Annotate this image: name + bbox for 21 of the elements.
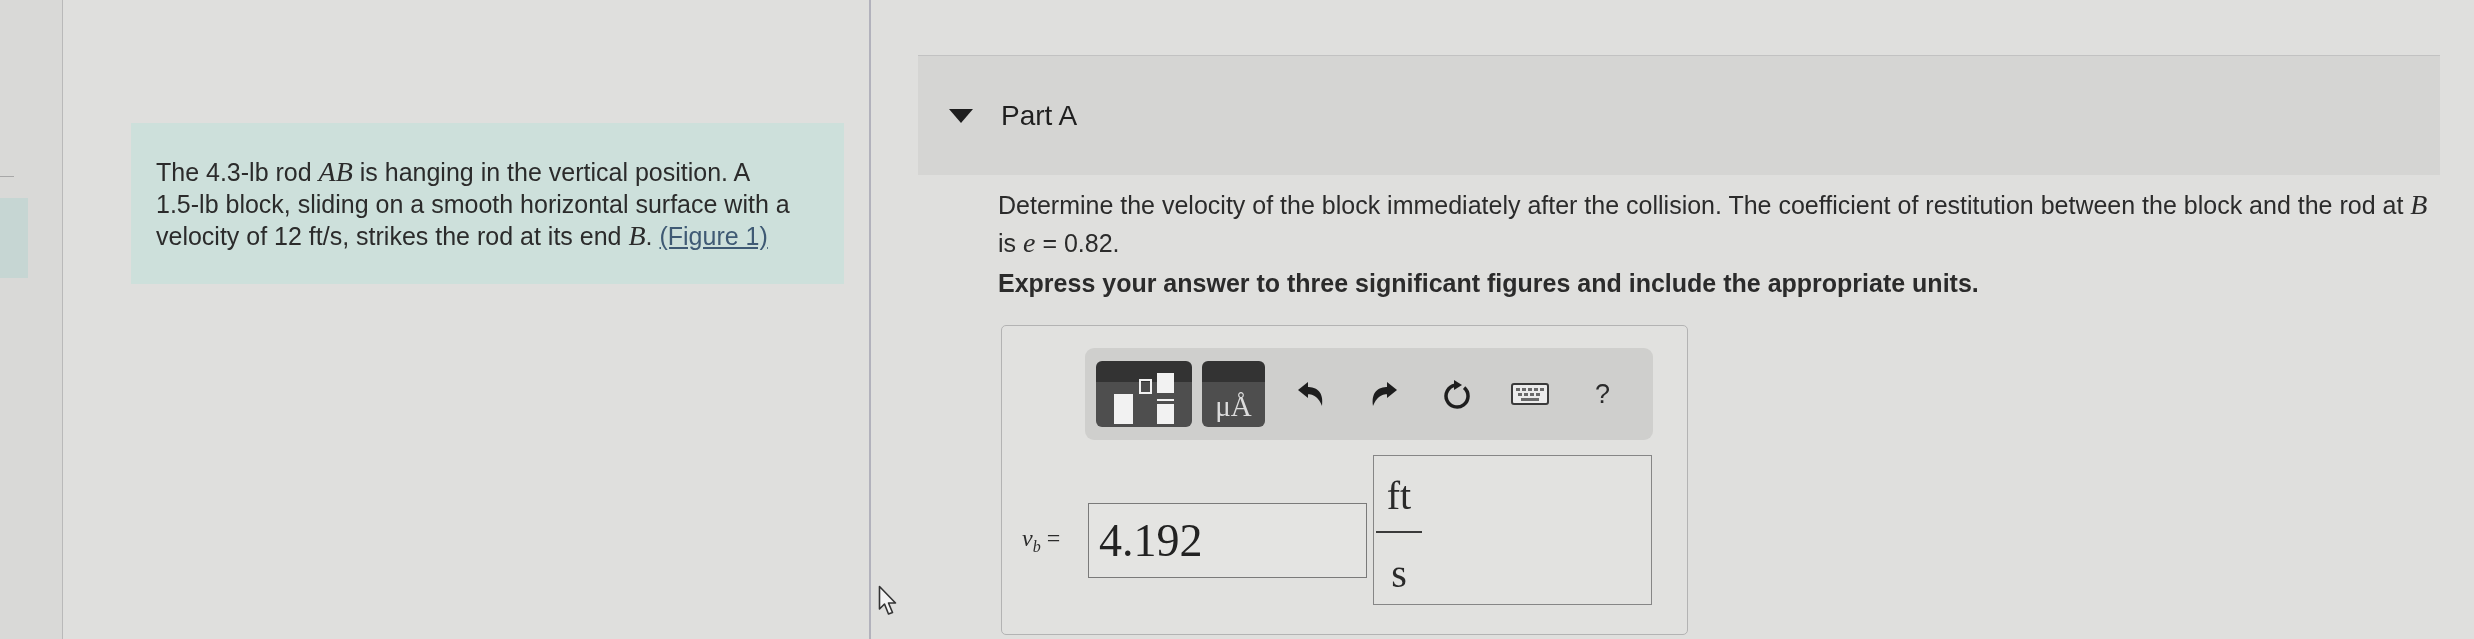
mouse-pointer-icon (878, 585, 898, 616)
unit-numerator: ft (1386, 473, 1412, 519)
figure-link[interactable]: (Figure 1) (659, 222, 768, 250)
units-field[interactable]: ft s (1373, 455, 1652, 605)
units-button[interactable]: μÅ (1202, 361, 1265, 427)
template-blocks-icon (1114, 373, 1174, 424)
caret-icon[interactable] (949, 108, 973, 123)
instruction-text: Express your answer to three significant figures and include the appropriate units. (998, 269, 1979, 297)
help-button[interactable]: ? (1595, 379, 1610, 409)
question-text: Determine the velocity of the block immediately after the collision. The coefficient of restitution between the block and the rod at B is e = 0.82. (998, 188, 2429, 260)
part-title: Part A (1001, 99, 1078, 132)
undo-icon[interactable] (1297, 382, 1324, 406)
problem-statement: The 4.3-lb rod AB is hanging in the vertical position. A 1.5-lb block, sliding on a smooth horizontal surface with a velocity of 12 ft/s, strikes the rod at its end B. (Figure 1) (156, 156, 791, 252)
answer-input[interactable]: 4.192 (1088, 502, 1367, 578)
templates-button[interactable] (1096, 361, 1192, 427)
answer-variable-label: v$_{b}$ = (1022, 524, 1062, 556)
refresh-icon[interactable] (1441, 379, 1472, 409)
redo-icon[interactable] (1370, 382, 1397, 406)
part-header-bar[interactable]: Part A (918, 55, 2440, 175)
unit-denominator: s (1391, 551, 1407, 597)
keyboard-icon[interactable] (1510, 383, 1549, 405)
